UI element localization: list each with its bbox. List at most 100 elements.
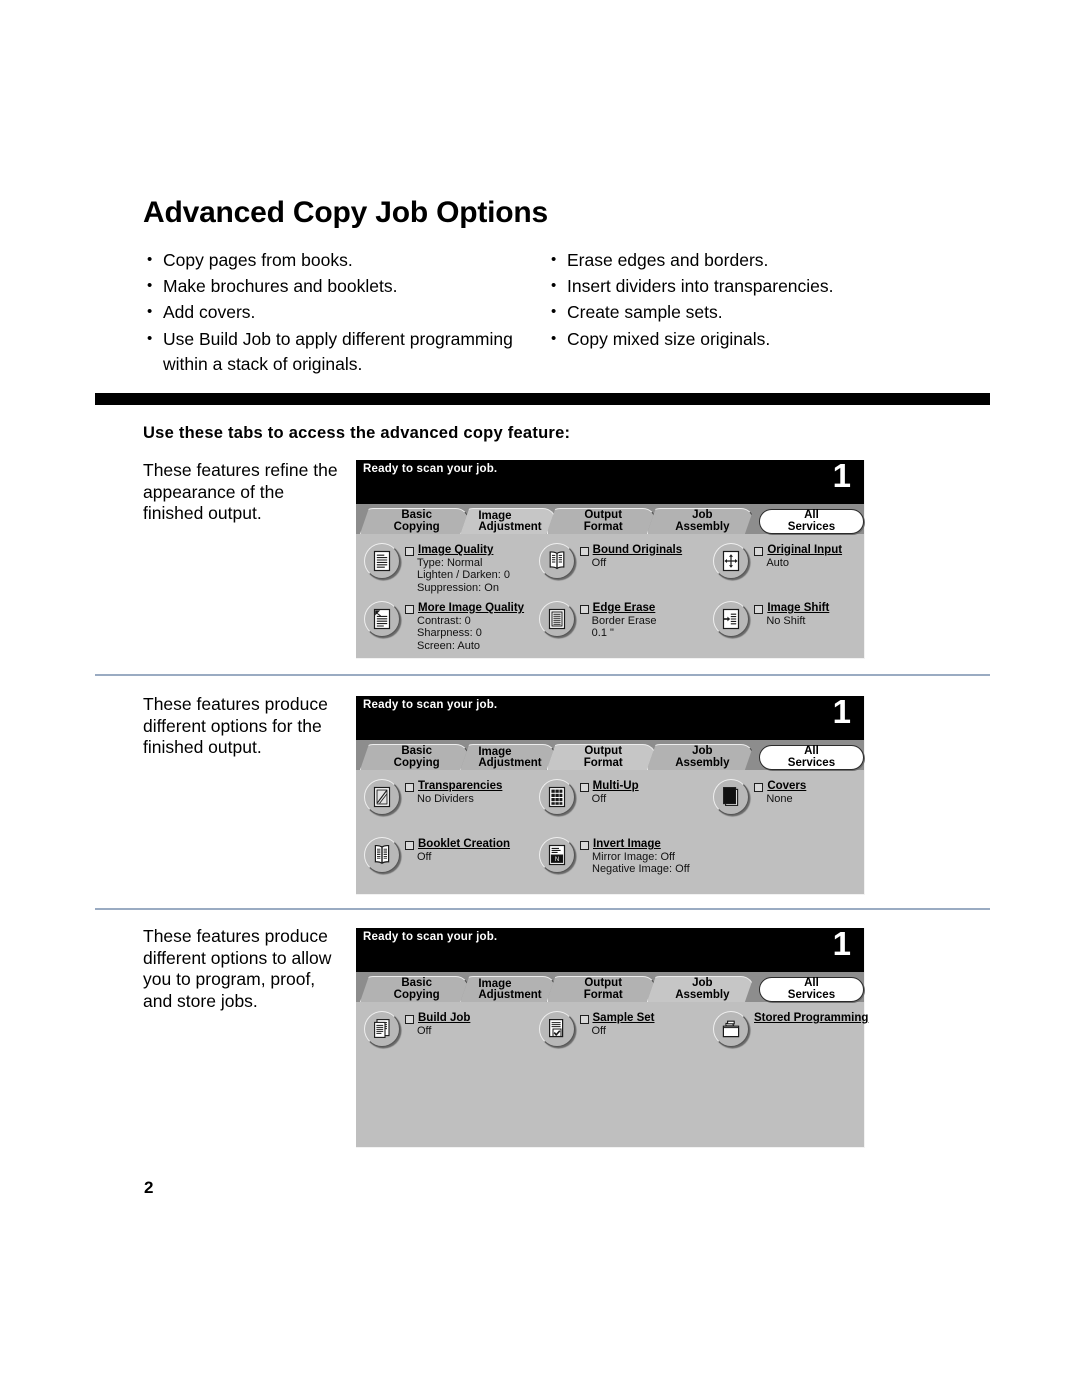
sample-set-icon[interactable] — [538, 1011, 575, 1047]
all-services-label: All Services — [787, 977, 836, 1001]
bullet-item: Erase edges and borders. — [549, 247, 969, 273]
feature-button-more-image-quality[interactable]: More Image Quality Contrast: 0 Sharpness: … — [356, 600, 531, 658]
all-services-button[interactable]: All Services — [758, 745, 864, 770]
open-book-icon[interactable] — [538, 543, 575, 579]
feature-button-booklet-creation[interactable]: Booklet Creation Off — [356, 836, 531, 894]
document-icon[interactable] — [364, 543, 400, 579]
tab-output-format[interactable]: Output Format — [547, 744, 656, 770]
feature-title: Original Input — [767, 544, 843, 556]
tab-basic-copying[interactable]: Basic Copying — [360, 508, 469, 534]
feature-status-line: 0.1 " — [591, 627, 614, 640]
tab-job-assembly[interactable]: Job Assembly — [647, 744, 754, 770]
tab-output-format[interactable]: Output Format — [547, 508, 656, 534]
status-message: Ready to scan your job. — [363, 931, 498, 943]
feature-button-stored-programming[interactable]: Stored Programming — [705, 1010, 868, 1068]
feature-button-bound-originals[interactable]: Bound Originals Off — [531, 542, 706, 600]
feature-button-original-input[interactable]: Original Input Auto — [705, 542, 864, 600]
feature-status-line: Lighten / Darken: 0 — [417, 569, 510, 582]
tab-image[interactable]: Image Adjustment — [460, 508, 555, 534]
feature-row: More Image Quality Contrast: 0 Sharpness: … — [356, 600, 864, 658]
feature-text-block: Stored Programming — [749, 1010, 868, 1025]
feature-status-line: Off — [591, 792, 607, 805]
checkbox-icon[interactable] — [405, 1015, 414, 1024]
section-divider-bar — [95, 393, 990, 405]
feature-bullet-list-left: Copy pages from books.Make brochures and… — [145, 247, 535, 378]
page-number: 2 — [144, 1178, 154, 1197]
checkbox-icon[interactable] — [579, 547, 589, 556]
feature-button-image-shift[interactable]: Image Shift No Shift — [705, 600, 864, 658]
tab-bar: Basic Copying Image Adjustment Output Forma… — [356, 740, 864, 770]
invert-image-icon[interactable]: N — [539, 837, 575, 873]
checkbox-icon[interactable] — [754, 547, 764, 556]
build-job-icon[interactable] — [364, 1011, 400, 1047]
tab-label: Output Format — [583, 509, 623, 533]
all-services-label: All Services — [787, 745, 836, 769]
checkbox-icon[interactable] — [579, 1015, 589, 1024]
tab-job-assembly[interactable]: Job Assembly — [647, 976, 754, 1002]
status-bar: Ready to scan your job. 1 — [356, 693, 864, 740]
checkbox-icon[interactable] — [405, 783, 414, 792]
status-bar: Ready to scan your job. 1 — [356, 925, 864, 972]
checkbox-icon[interactable] — [579, 605, 589, 614]
covers-icon[interactable] — [713, 779, 750, 815]
feature-row: Image Quality Type: Normal Lighten / Darke… — [356, 542, 864, 600]
booklet-icon[interactable] — [364, 837, 400, 873]
feature-title-row: Covers — [754, 780, 806, 793]
feature-title-row: Sample Set — [579, 1012, 655, 1025]
checkbox-icon[interactable] — [754, 605, 764, 614]
feature-row: Build Job Off Sample Set Off Stored Programm… — [356, 1010, 868, 1068]
checkbox-icon[interactable] — [579, 783, 589, 792]
feature-button-transparencies[interactable]: Transparencies No Dividers — [356, 778, 531, 836]
tab-label-line2: Adjustment — [478, 520, 542, 533]
svg-text:N: N — [555, 857, 559, 863]
copier-ui-panel: Ready to scan your job. 1 Basic Copying Ima… — [356, 693, 865, 895]
feature-button-invert-image[interactable]: N Invert Image Mirror Image: Off Negative I… — [531, 836, 706, 894]
feature-button-build-job[interactable]: Build Job Off — [356, 1010, 531, 1068]
feature-status-line: No Dividers — [417, 792, 474, 805]
feature-text-block: Build Job Off — [400, 1010, 470, 1037]
multi-up-icon[interactable] — [538, 779, 575, 815]
feature-text-block: Transparencies No Dividers — [400, 778, 502, 805]
document-contrast-icon[interactable] — [364, 601, 400, 637]
feature-button-edge-erase[interactable]: Edge Erase Border Erase 0.1 " — [531, 600, 706, 658]
all-services-button[interactable]: All Services — [758, 509, 864, 534]
feature-status-line: Contrast: 0 — [417, 614, 471, 627]
feature-text-block: Multi-Up Off — [575, 778, 639, 805]
checkbox-icon[interactable] — [405, 841, 414, 850]
panel-caption: These features produce different options… — [143, 926, 332, 1011]
all-services-button[interactable]: All Services — [758, 977, 864, 1002]
tab-job-assembly[interactable]: Job Assembly — [647, 508, 754, 534]
tab-basic-copying[interactable]: Basic Copying — [360, 976, 469, 1002]
feature-text-block: Invert Image Mirror Image: Off Negative Im… — [575, 836, 690, 876]
feature-row: Booklet Creation Off N Invert Image Mirror I… — [356, 836, 864, 894]
feature-title-row: Image Shift — [754, 602, 829, 615]
checkbox-icon[interactable] — [405, 605, 414, 614]
feature-button-multi-up[interactable]: Multi-Up Off — [531, 778, 706, 836]
tab-image[interactable]: Image Adjustment — [460, 744, 555, 770]
checkbox-icon[interactable] — [405, 547, 414, 556]
copier-ui-panel: Ready to scan your job. 1 Basic Copying Ima… — [356, 925, 868, 1148]
feature-status-line: Mirror Image: Off — [592, 850, 675, 863]
tab-label: Image — [478, 509, 512, 522]
image-shift-icon[interactable] — [713, 601, 750, 637]
checkbox-icon[interactable] — [580, 841, 589, 850]
feature-title: Invert Image — [593, 838, 661, 850]
transparency-icon[interactable] — [364, 779, 400, 815]
feature-status-line: No Shift — [766, 614, 806, 627]
feature-button-covers[interactable]: Covers None — [705, 778, 864, 836]
feature-bullet-list-right: Erase edges and borders.Insert dividers … — [549, 247, 969, 353]
tab-output-format[interactable]: Output Format — [547, 976, 656, 1002]
panel-feature-grid: Transparencies No Dividers Multi-Up Off Cove… — [356, 770, 864, 894]
checkbox-icon[interactable] — [754, 783, 764, 792]
stored-programming-icon[interactable] — [713, 1011, 749, 1047]
tab-image[interactable]: Image Adjustment — [460, 976, 555, 1002]
bullet-item: Create sample sets. — [549, 299, 969, 325]
original-size-icon[interactable] — [713, 543, 750, 579]
feature-status-line: Off — [591, 556, 607, 569]
feature-button-sample-set[interactable]: Sample Set Off — [531, 1010, 706, 1068]
edge-erase-icon[interactable] — [538, 601, 575, 637]
feature-button-image-quality[interactable]: Image Quality Type: Normal Lighten / Darke… — [356, 542, 531, 600]
tab-basic-copying[interactable]: Basic Copying — [360, 744, 469, 770]
feature-status-line: Screen: Auto — [417, 639, 480, 652]
feature-title: Edge Erase — [592, 602, 656, 614]
